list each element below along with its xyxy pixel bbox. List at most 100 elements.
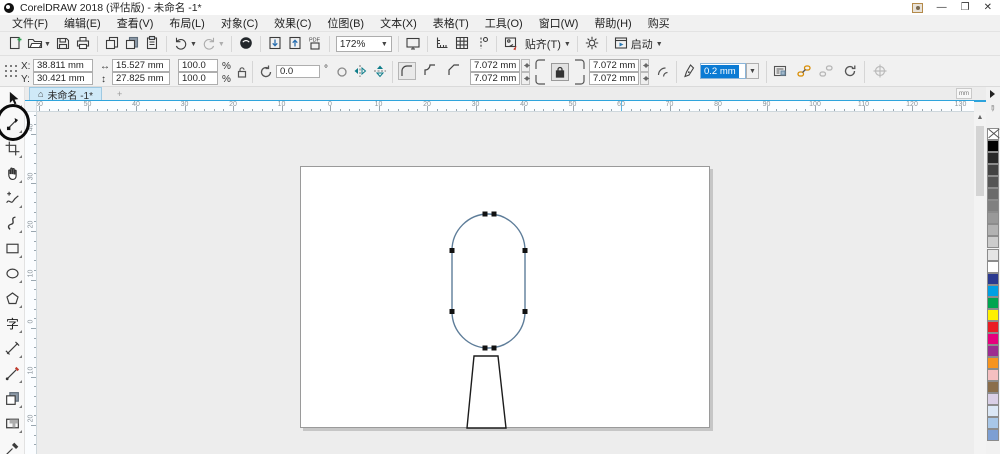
restore-button[interactable]: ❐	[961, 3, 970, 13]
snap-label[interactable]: 贴齐(T)▼	[521, 34, 573, 54]
swatch-black[interactable]	[987, 140, 999, 152]
minimize-button[interactable]: —	[937, 3, 947, 13]
polygon-tool[interactable]	[2, 288, 23, 309]
menu-item-0[interactable]: 文件(F)	[4, 13, 56, 33]
text-tool[interactable]: 字	[2, 313, 23, 334]
vertical-ruler[interactable]: 4030201001020	[25, 112, 37, 454]
open-folder[interactable]: ▼	[25, 34, 53, 54]
round-corner-button[interactable]	[398, 62, 416, 80]
swatch-20%-black[interactable]	[987, 236, 999, 248]
zoom-dropdown-arrow[interactable]: ▼	[381, 41, 388, 48]
unlink-icon[interactable]	[818, 63, 834, 79]
y-position-field[interactable]	[33, 72, 93, 85]
bezier-tool[interactable]	[2, 213, 23, 234]
snap-label-dropdown-arrow[interactable]: ▼	[564, 41, 571, 48]
swatch-none[interactable]	[987, 128, 999, 140]
scale-v-field[interactable]	[178, 72, 218, 85]
corner-tr-spinner[interactable]	[640, 59, 649, 72]
print[interactable]	[73, 34, 93, 54]
save[interactable]	[53, 34, 73, 54]
text-wrap-icon[interactable]	[772, 63, 788, 79]
selection-node[interactable]	[523, 309, 528, 314]
show-guidelines[interactable]	[472, 34, 492, 54]
selection-node[interactable]	[492, 212, 497, 217]
menu-item-5[interactable]: 效果(C)	[266, 13, 319, 33]
undo[interactable]: ▼	[171, 34, 199, 54]
corner-radius-bl-field[interactable]	[470, 72, 520, 85]
export[interactable]	[285, 34, 305, 54]
swatch-light-blue[interactable]	[987, 417, 999, 429]
selection-node[interactable]	[450, 248, 455, 253]
publish-pdf[interactable]: PDF	[305, 34, 325, 54]
scale-h-field[interactable]	[178, 59, 218, 72]
swatch-brown[interactable]	[987, 381, 999, 393]
vertical-scrollbar[interactable]: ▲	[974, 112, 986, 454]
swatch-purple[interactable]	[987, 345, 999, 357]
swatch-30%-black[interactable]	[987, 224, 999, 236]
outline-width-dropdown-button[interactable]: ▼	[746, 63, 759, 79]
menu-item-11[interactable]: 帮助(H)	[586, 13, 639, 33]
dimension-tool[interactable]	[2, 338, 23, 359]
corner-radius-tl-field[interactable]	[470, 59, 520, 72]
swatch-40%-black[interactable]	[987, 212, 999, 224]
swatch-pale-blue[interactable]	[987, 405, 999, 417]
options-gear[interactable]	[582, 34, 602, 54]
swatch-red[interactable]	[987, 321, 999, 333]
scale-lock-icon[interactable]	[234, 64, 250, 80]
swatch-magenta[interactable]	[987, 333, 999, 345]
undo-dropdown-arrow[interactable]: ▼	[190, 41, 197, 48]
menu-item-3[interactable]: 布局(L)	[161, 13, 212, 33]
pick-tool[interactable]	[2, 88, 23, 109]
color-eyedropper-tool[interactable]	[2, 438, 23, 454]
object-width-field[interactable]	[112, 59, 170, 72]
selection-node[interactable]	[492, 346, 497, 351]
freehand-tool[interactable]	[2, 188, 23, 209]
drawing-canvas[interactable]	[37, 112, 974, 454]
swatch-pink[interactable]	[987, 369, 999, 381]
connector-tool[interactable]	[2, 363, 23, 384]
rotation-angle-field[interactable]	[276, 65, 320, 78]
selection-node[interactable]	[450, 309, 455, 314]
selection-node[interactable]	[523, 248, 528, 253]
swatch-90%-black[interactable]	[987, 152, 999, 164]
rounded-rectangle-shape[interactable]	[452, 214, 525, 348]
menu-item-6[interactable]: 位图(B)	[319, 13, 372, 33]
swatch-cyan[interactable]	[987, 285, 999, 297]
close-button[interactable]: ✕	[984, 3, 992, 13]
transparency-tool[interactable]	[2, 413, 23, 434]
menu-item-4[interactable]: 对象(C)	[213, 13, 266, 33]
selection-node[interactable]	[483, 212, 488, 217]
swatch-orange[interactable]	[987, 357, 999, 369]
trapezoid-shape[interactable]	[467, 356, 506, 428]
swatch-10%-black[interactable]	[987, 249, 999, 261]
crop-tool[interactable]	[2, 138, 23, 159]
menu-item-12[interactable]: 购买	[640, 13, 678, 33]
show-grid[interactable]	[452, 34, 472, 54]
document-tab[interactable]: ⌂ 未命名 -1*	[29, 87, 102, 100]
menu-item-10[interactable]: 窗口(W)	[531, 13, 587, 33]
pan-tool[interactable]	[2, 163, 23, 184]
swatch-lavender[interactable]	[987, 393, 999, 405]
corner-radius-tr-field[interactable]	[589, 59, 639, 72]
fullscreen-preview[interactable]	[403, 34, 423, 54]
target-crosshair-icon[interactable]	[872, 63, 888, 79]
swatch-50%-black[interactable]	[987, 200, 999, 212]
convert-refresh-icon[interactable]	[842, 63, 858, 79]
ruler-units-button[interactable]: mm	[956, 88, 972, 99]
launch-window-dropdown-arrow[interactable]: ▼	[656, 41, 663, 48]
import[interactable]	[265, 34, 285, 54]
corner-br-spinner[interactable]	[640, 72, 649, 85]
palette-flyout-arrow[interactable]	[990, 90, 995, 98]
redo-dropdown-arrow[interactable]: ▼	[218, 41, 225, 48]
x-position-field[interactable]	[33, 59, 93, 72]
swatch-80%-black[interactable]	[987, 164, 999, 176]
menu-item-9[interactable]: 工具(O)	[477, 13, 531, 33]
menu-item-7[interactable]: 文本(X)	[372, 13, 425, 33]
scrollbar-thumb[interactable]	[976, 126, 984, 196]
copy[interactable]	[102, 34, 122, 54]
object-height-field[interactable]	[112, 72, 170, 85]
chamfered-corner-button[interactable]	[446, 62, 462, 78]
snap-image[interactable]	[501, 34, 521, 54]
zoom-combo[interactable]: 172%▼	[334, 34, 394, 54]
palette-options-icon[interactable]: ✎	[987, 103, 998, 114]
